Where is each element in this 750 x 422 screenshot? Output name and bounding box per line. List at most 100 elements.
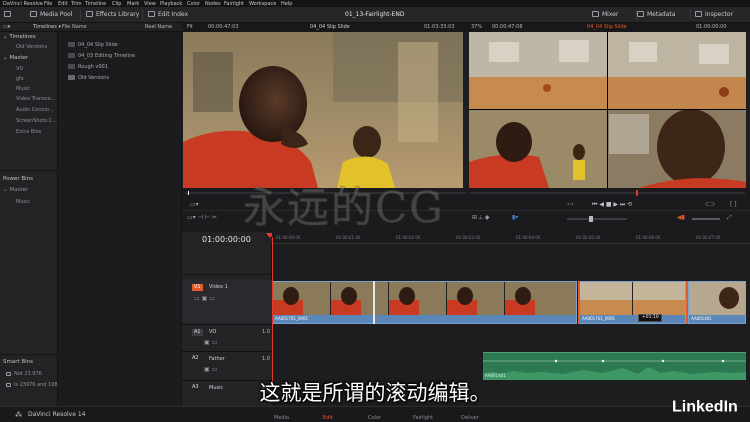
bin-item[interactable]: VO: [16, 66, 23, 72]
audio-clip[interactable]: AA001401: [483, 352, 746, 380]
master-bin-label: Master: [9, 55, 29, 61]
track-label-a1[interactable]: A1: [192, 329, 203, 336]
bin-item[interactable]: Extra Bins: [16, 129, 41, 135]
audio-clip-name: AA001401: [485, 373, 506, 378]
source-duration: 01:03:33:03: [424, 24, 455, 30]
snap-link-tools[interactable]: ⊞ ⟂ ◆: [472, 215, 489, 221]
timelines-bin[interactable]: ⌄ Timelines: [3, 34, 36, 40]
volume-slider[interactable]: [692, 218, 720, 220]
ruler-tick: 01:00:06:00: [636, 235, 661, 240]
fit-dropdown[interactable]: Fit: [187, 25, 193, 30]
clip-name: Rough v001: [78, 64, 108, 70]
media-pool-button[interactable]: Media Pool: [30, 11, 72, 18]
bin-item[interactable]: Music: [16, 199, 30, 205]
track-label-a2[interactable]: A2: [192, 356, 199, 361]
menu-bar: DaVinci Resolve File Edit Trim Timeline …: [0, 0, 750, 7]
bin-list: ⌄ Timelines Old Versions ⌄ Master VO gfx…: [0, 32, 64, 406]
source-frame-image: [183, 32, 463, 188]
bin-item[interactable]: ScreenShots.C...: [16, 118, 57, 124]
roll-edit-right[interactable]: [686, 281, 688, 324]
jog-control[interactable]: ‹·›: [567, 202, 574, 208]
zoom-slider[interactable]: [567, 218, 627, 220]
timeline-playhead[interactable]: [636, 190, 638, 196]
edit-tools[interactable]: ▭▾ ⊣ ⊢ ✂: [187, 215, 217, 221]
bin-item[interactable]: Music: [16, 86, 30, 92]
mixer-button[interactable]: Mixer: [592, 11, 618, 18]
track-controls-v1[interactable]: ▭ ▣ ▭: [194, 296, 215, 302]
reel-name-column[interactable]: Reel Name: [145, 25, 172, 30]
edit-index-label: Edit Index: [158, 11, 189, 18]
roll-edit-left[interactable]: [578, 281, 580, 324]
timeline-scrubber[interactable]: [469, 192, 745, 194]
track-header-a2[interactable]: A2 Father 1.0 ▣ ▭: [182, 351, 272, 379]
timeline-viewer[interactable]: [469, 32, 746, 188]
master-bin[interactable]: ⌄ Master: [3, 55, 28, 61]
trim-tooltip: +01:10: [638, 314, 662, 322]
video-clip-3[interactable]: AA001401: [688, 281, 746, 324]
track-controls-a2[interactable]: ▣ ▭: [204, 367, 217, 373]
audio-meter-icon[interactable]: ◀▮: [677, 215, 685, 221]
edit-point[interactable]: [373, 281, 375, 324]
bin-item[interactable]: Old Versions: [16, 44, 47, 50]
ruler-tick: 01:00:01:00: [336, 235, 361, 240]
page-tab-color[interactable]: Color: [368, 416, 381, 421]
clip-thumbnails: [273, 282, 576, 315]
list-item[interactable]: Old Versions: [68, 75, 109, 81]
ruler-tick: 01:00:04:00: [516, 235, 541, 240]
track-header-v1[interactable]: V1 Video 1 ▭ ▣ ▭: [182, 280, 272, 323]
list-item[interactable]: 04_03 Editing Timeline: [68, 53, 135, 59]
track-name-a2: Father: [209, 356, 225, 362]
smart-bin-item[interactable]: Not 23.976: [6, 371, 42, 377]
layout-toggle[interactable]: [4, 11, 14, 18]
timeline-icon: [68, 42, 75, 47]
flag-icon[interactable]: ▮▾: [512, 215, 518, 221]
video-clip-1[interactable]: AA001701_0001: [272, 281, 577, 324]
edit-index-button[interactable]: Edit Index: [148, 11, 188, 18]
resolve-logo-icon: ⁂: [15, 411, 22, 419]
bin-item[interactable]: Video Transco...: [16, 96, 55, 102]
timelines-dropdown[interactable]: Timelines ▾: [33, 25, 61, 30]
video-clip-2[interactable]: AA001701_0001: [579, 281, 686, 324]
loop-icon[interactable]: ⊂⊃: [705, 202, 715, 208]
page-tab-deliver[interactable]: Deliver: [461, 416, 479, 421]
watermark: 永远的CG: [243, 183, 445, 233]
fullscreen-icon[interactable]: ⤢: [727, 215, 732, 221]
divider: [142, 10, 143, 20]
track-name-v1: Video 1: [209, 284, 228, 290]
zoom-slider-handle[interactable]: [589, 216, 593, 222]
transport-controls[interactable]: ⏮ ◀ ■ ▶ ⏭ ⟲: [592, 202, 632, 208]
list-item[interactable]: 04_04 Slip Slide: [68, 42, 118, 48]
davinci-resolve-window: DaVinci Resolve File Edit Trim Timeline …: [0, 0, 750, 422]
metadata-button[interactable]: Metadata: [637, 11, 675, 18]
list-item[interactable]: Rough v001: [68, 64, 108, 70]
page-tab-media[interactable]: Media: [274, 416, 289, 421]
track-header-a1[interactable]: A1 VO 1.0 ▣ ▭: [182, 324, 272, 350]
file-name-column[interactable]: File Name: [62, 25, 87, 30]
page-tab-edit[interactable]: Edit: [323, 416, 333, 421]
page-tab-fairlight[interactable]: Fairlight: [413, 416, 433, 421]
in-out-icon[interactable]: [ ]: [730, 202, 737, 208]
timeline-playhead-line[interactable]: [272, 237, 273, 382]
effects-library-button[interactable]: Effects Library: [86, 11, 139, 18]
zoom-level[interactable]: 37%: [471, 25, 482, 30]
track-label-v1[interactable]: V1: [192, 284, 203, 291]
page-navigation-bar: ⁂ DaVinci Resolve 14 Media Edit Color Fa…: [0, 406, 750, 422]
timeline-icon: [68, 53, 75, 58]
power-master-label: Master: [9, 187, 29, 193]
media-pool-list: 04_04 Slip Slide 04_03 Editing Timeline …: [58, 32, 182, 406]
power-master-bin[interactable]: ⌄ Master: [3, 187, 28, 193]
track-controls-a1[interactable]: ▣ ▭: [204, 340, 217, 346]
track-channel-a2: 1.0: [262, 356, 270, 362]
ruler-tick: 01:00:02:00: [396, 235, 421, 240]
power-bins-header: Power Bins: [3, 176, 34, 182]
bin-view-toggle[interactable]: ▭▾: [3, 25, 10, 30]
bin-item[interactable]: Audio Concor...: [16, 107, 54, 113]
effects-icon: [86, 11, 93, 17]
divider: [690, 10, 691, 20]
clip-options-icon[interactable]: ▭▾: [190, 202, 199, 208]
source-viewer[interactable]: [183, 32, 463, 188]
source-playhead[interactable]: [188, 191, 189, 195]
bin-item[interactable]: gfx: [16, 76, 24, 82]
clip-name: AA001401: [691, 316, 712, 321]
inspector-button[interactable]: Inspector: [695, 11, 733, 18]
